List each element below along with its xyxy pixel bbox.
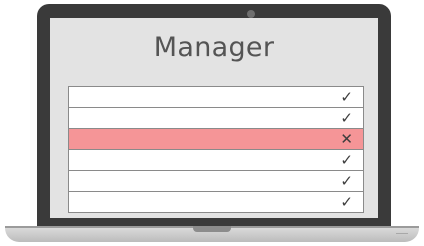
checkmark-icon: ✓ — [340, 172, 353, 190]
base-detail — [396, 233, 408, 234]
checkmark-icon: ✓ — [340, 151, 353, 169]
laptop-screen: Manager ✓ ✓ ✕ ✓ ✓ ✓ — [50, 18, 378, 218]
list-item-failed: ✕ — [68, 129, 364, 150]
list-item: ✓ — [68, 192, 364, 213]
list-item: ✓ — [68, 108, 364, 129]
checkmark-icon: ✓ — [340, 193, 353, 211]
list-item: ✓ — [68, 150, 364, 171]
list-item: ✓ — [68, 171, 364, 192]
list-item: ✓ — [68, 87, 364, 108]
checkmark-icon: ✓ — [340, 88, 353, 106]
page-title: Manager — [153, 32, 275, 63]
checkmark-icon: ✓ — [340, 109, 353, 127]
checklist: ✓ ✓ ✕ ✓ ✓ ✓ — [68, 86, 364, 213]
laptop-hinge — [193, 226, 231, 232]
cross-icon: ✕ — [340, 130, 353, 148]
webcam-icon — [247, 10, 255, 18]
